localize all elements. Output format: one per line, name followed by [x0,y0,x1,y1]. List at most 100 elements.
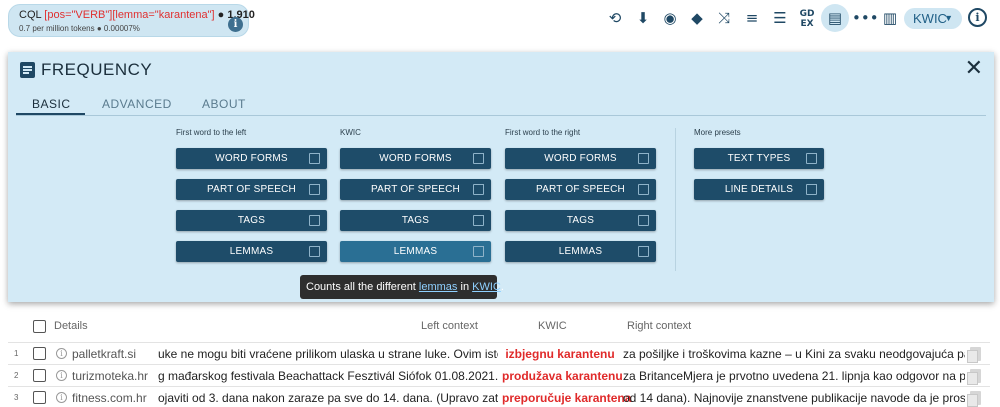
search-replace-icon[interactable]: ⟲ [604,8,626,28]
row-kwic[interactable]: izbjegnu karantenu [502,347,618,361]
table-row[interactable]: 1 i palletkraft.si uke ne mogu biti vrać… [8,342,990,364]
row-source[interactable]: palletkraft.si [72,347,136,361]
row-checkbox[interactable] [33,347,46,360]
kwic-tags-button[interactable]: TAGS [340,210,491,231]
sort-icon[interactable]: ≡ [741,8,763,28]
query-summary[interactable]: CQL [pos="VERB"][lemma="karantena"] ● 1,… [8,4,255,37]
header-left-context: Left context [421,320,478,332]
row-left-context[interactable]: g mađarskog festivala Beachattack Feszti… [158,369,498,383]
open-external-icon [309,215,320,226]
row-kwic[interactable]: preporučuje karantena [502,391,631,405]
help-icon[interactable]: i [968,8,987,27]
copy-icon[interactable] [967,391,981,407]
open-external-icon [638,246,649,257]
button-label: WORD FORMS [215,153,288,164]
row-info-icon[interactable]: i [56,348,67,359]
presets-divider [675,128,676,271]
row-number: 3 [14,393,19,402]
button-label: LEMMAS [393,246,438,257]
button-label: PART OF SPEECH [536,184,625,195]
row-right-context[interactable]: za BritanceMjera je prvotno uvedena 21. … [623,369,965,383]
header-right-context: Right context [627,320,692,332]
left-part-of-speech-button[interactable]: PART OF SPEECH [176,179,327,200]
tooltip-prefix: Counts all the different [306,281,419,293]
right-part-of-speech-button[interactable]: PART OF SPEECH [505,179,656,200]
button-label: TEXT TYPES [727,153,791,164]
left-word-forms-button[interactable]: WORD FORMS [176,148,327,169]
kwic-part-of-speech-button[interactable]: PART OF SPEECH [340,179,491,200]
concordance-screen: CQL [pos="VERB"][lemma="karantena"] ● 1,… [0,0,1000,407]
open-external-icon [806,184,817,195]
column-label-right: First word to the right [505,128,581,137]
frequency-icon [20,62,35,78]
button-label: WORD FORMS [544,153,617,164]
button-label: TAGS [401,215,430,226]
text-types-button[interactable]: TEXT TYPES [694,148,824,169]
row-kwic[interactable]: produžava karantenu [502,369,623,383]
row-left-context[interactable]: ojaviti od 3. dana nakon zaraze pa sve d… [158,391,498,405]
info-icon[interactable]: i [228,17,243,32]
copy-icon[interactable] [967,347,981,363]
tab-advanced[interactable]: ADVANCED [102,97,172,111]
gdex-icon[interactable]: GD EX [796,8,818,29]
row-checkbox[interactable] [33,369,46,382]
tab-basic[interactable]: BASIC [32,97,71,111]
kwic-lemmas-button[interactable]: LEMMAS [340,241,491,262]
row-info-icon[interactable]: i [56,370,67,381]
frequency-icon[interactable]: ▤ [824,8,846,28]
kwic-word-forms-button[interactable]: WORD FORMS [340,148,491,169]
table-row[interactable]: 3 i fitness.com.hr ojaviti od 3. dana na… [8,386,990,407]
open-external-icon [806,153,817,164]
open-external-icon [473,215,484,226]
column-label-presets: More presets [694,128,741,137]
column-label-kwic: KWIC [340,128,361,137]
open-external-icon [473,153,484,164]
copy-icon[interactable] [967,369,981,385]
row-number: 2 [14,371,19,380]
row-info-icon[interactable]: i [56,392,67,403]
right-word-forms-button[interactable]: WORD FORMS [505,148,656,169]
tooltip-link-kwic[interactable]: KWIC [472,281,501,293]
view-mode-label: KWIC [913,11,947,26]
button-label: PART OF SPEECH [207,184,296,195]
view-mode-dropdown[interactable]: KWIC ▼ [904,8,962,29]
query-text: [pos="VERB"][lemma="karantena"] [44,9,215,21]
download-icon[interactable]: ⬇ [632,8,654,28]
close-icon[interactable]: ✕ [965,56,983,81]
frequency-panel: FREQUENCY ✕ BASIC ADVANCED ABOUT First w… [8,52,994,302]
select-all-checkbox[interactable] [33,320,46,333]
panel-title: FREQUENCY [41,60,153,79]
open-external-icon [638,153,649,164]
shuffle-icon[interactable]: ⤨ [713,8,735,28]
header-details: Details [54,320,88,332]
left-lemmas-button[interactable]: LEMMAS [176,241,327,262]
open-external-icon [638,184,649,195]
row-source[interactable]: fitness.com.hr [72,391,147,405]
row-right-context[interactable]: od 14 dana). Najnovije znanstvene publik… [623,391,965,405]
eye-icon[interactable]: ◉ [659,8,681,28]
left-tags-button[interactable]: TAGS [176,210,327,231]
collocations-icon[interactable]: ••• [852,8,879,28]
button-label: LEMMAS [558,246,603,257]
right-tags-button[interactable]: TAGS [505,210,656,231]
row-right-context[interactable]: za pošiljke i troškovima kazne – u Kini … [623,347,965,361]
tab-about[interactable]: ABOUT [202,97,246,111]
caret-down-icon: ▼ [944,13,953,23]
chart-icon[interactable]: ▥ [879,8,901,28]
query-line: CQL [pos="VERB"][lemma="karantena"] ● 1,… [19,9,255,21]
tooltip-link-lemmas[interactable]: lemmas [419,281,458,293]
row-left-context[interactable]: uke ne mogu biti vraćene prilikom ulaska… [158,347,498,361]
button-label: WORD FORMS [379,153,452,164]
open-external-icon [473,184,484,195]
cql-label: CQL [19,9,42,21]
tag-icon[interactable]: ◆ [686,8,708,28]
open-external-icon [309,153,320,164]
filter-icon[interactable]: ☰ [769,8,791,28]
row-source[interactable]: turizmoteka.hr [72,369,148,383]
row-checkbox[interactable] [33,391,46,404]
table-row[interactable]: 2 i turizmoteka.hr g mađarskog festivala… [8,364,990,386]
line-details-button[interactable]: LINE DETAILS [694,179,824,200]
right-lemmas-button[interactable]: LEMMAS [505,241,656,262]
tooltip-suffix: . [500,281,504,293]
header-kwic: KWIC [538,320,567,332]
